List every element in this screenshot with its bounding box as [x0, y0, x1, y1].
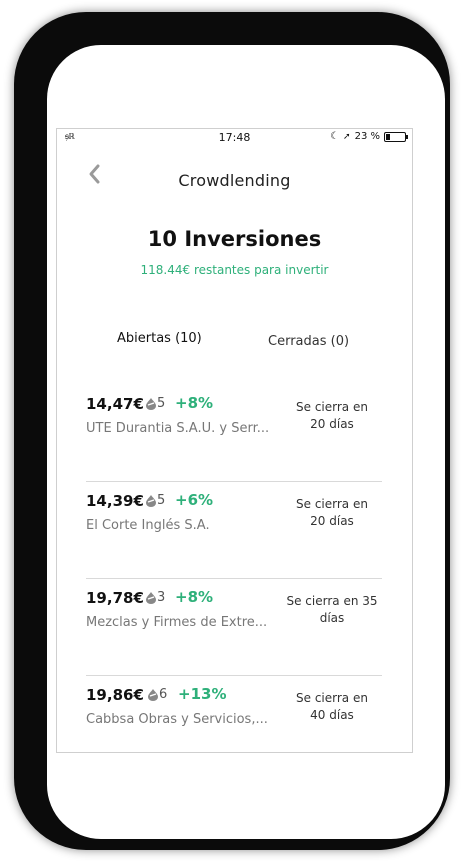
rating-value: 6 — [159, 687, 168, 702]
battery-level — [386, 133, 390, 140]
app-screen: ᵴ᷊ℝ 17:48 ☾ ➚ 23 % Crowdlending 10 Inver… — [56, 128, 413, 753]
investment-rating: 5 — [146, 493, 165, 508]
status-right: ☾ ➚ 23 % — [330, 131, 408, 142]
list-item[interactable]: 19,86€ 6 +13% Cabbsa Obras y Servicios,.… — [86, 676, 382, 752]
investment-amount: 14,39€ — [86, 492, 144, 510]
list-item[interactable]: 19,78€ 3 +8% Mezclas y Firmes de Extre..… — [86, 579, 382, 676]
investment-amount: 19,86€ — [86, 686, 144, 704]
close-info: Se cierra en 20 días — [282, 399, 382, 433]
rating-value: 5 — [157, 396, 166, 411]
page-title: 10 Inversiones — [147, 227, 322, 251]
close-line-1: Se cierra en — [296, 400, 368, 414]
drop-icon — [146, 591, 156, 604]
close-info: Se cierra en 35 días — [282, 593, 382, 627]
drop-icon — [146, 397, 156, 410]
rating-value: 3 — [157, 590, 166, 605]
battery-percent: 23 % — [354, 131, 380, 142]
list-item[interactable]: 14,39€ 5 +6% El Corte Inglés S.A. Se cie… — [86, 482, 382, 579]
investment-amount: 14,47€ — [86, 395, 144, 413]
battery-icon — [384, 131, 408, 142]
investment-return: +8% — [175, 394, 214, 412]
list-item[interactable]: 14,47€ 5 +8% UTE Durantia S.A.U. y Serr.… — [86, 385, 382, 482]
company-name: Mezclas y Firmes de Extre... — [86, 615, 268, 630]
tab-closed[interactable]: Cerradas (0) — [268, 334, 349, 349]
close-line-2: 20 días — [310, 514, 354, 528]
drop-icon — [148, 688, 158, 701]
close-info: Se cierra en 40 días — [282, 690, 382, 724]
company-name: El Corte Inglés S.A. — [86, 518, 210, 533]
close-line-2: días — [319, 611, 345, 625]
close-line-1: Se cierra en 35 — [286, 594, 378, 608]
close-line-1: Se cierra en — [296, 497, 368, 511]
investment-return: +8% — [175, 588, 214, 606]
rating-value: 5 — [157, 493, 166, 508]
investment-list: 14,47€ 5 +8% UTE Durantia S.A.U. y Serr.… — [86, 385, 382, 752]
nav-title: Crowdlending — [178, 171, 291, 190]
company-name: Cabbsa Obras y Servicios,... — [86, 712, 268, 727]
tab-open[interactable]: Abiertas (10) — [117, 331, 202, 346]
investment-amount: 19,78€ — [86, 589, 144, 607]
location-arrow-icon: ➚ — [343, 131, 351, 142]
close-info: Se cierra en 20 días — [282, 496, 382, 530]
company-name: UTE Durantia S.A.U. y Serr... — [86, 421, 270, 436]
moon-icon: ☾ — [330, 131, 340, 142]
investment-rating: 5 — [146, 396, 165, 411]
investment-return: +13% — [178, 685, 227, 703]
investment-return: +6% — [175, 491, 214, 509]
close-line-2: 20 días — [310, 417, 354, 431]
investment-rating: 3 — [146, 590, 165, 605]
drop-icon — [146, 494, 156, 507]
close-line-1: Se cierra en — [296, 691, 368, 705]
status-bar: ᵴ᷊ℝ 17:48 ☾ ➚ 23 % — [57, 129, 412, 147]
close-line-2: 40 días — [310, 708, 354, 722]
remaining-amount: 118.44€ restantes para invertir — [140, 263, 329, 277]
investment-rating: 6 — [148, 687, 167, 702]
